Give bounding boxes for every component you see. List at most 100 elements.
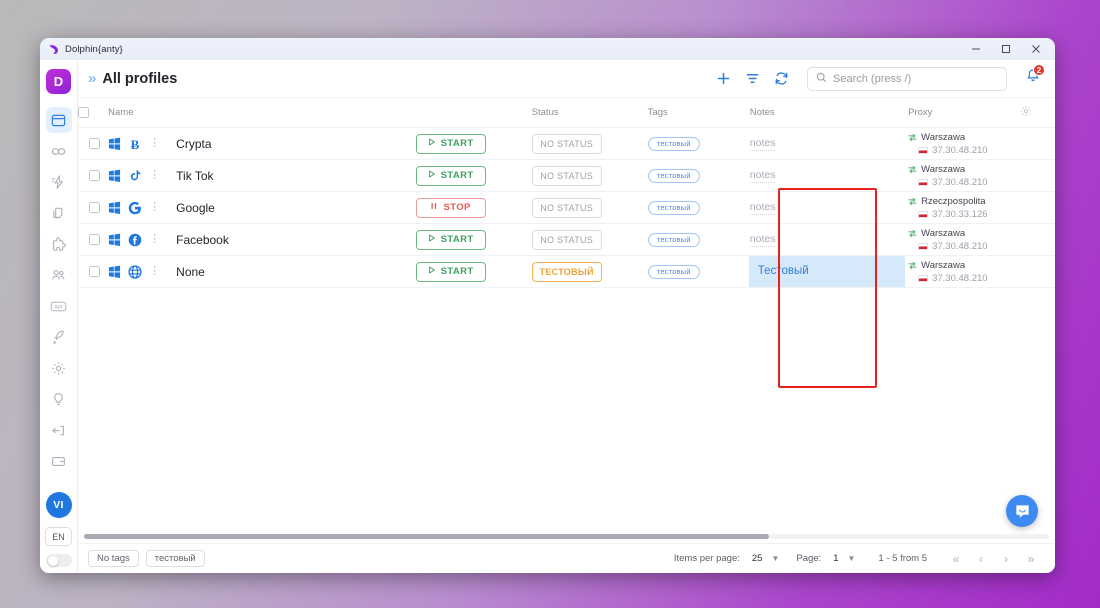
row-checkbox[interactable] [89, 234, 100, 245]
tag-chip[interactable]: тестовый [648, 137, 700, 151]
column-header-notes[interactable]: Notes [750, 98, 904, 128]
sidebar-item-logout[interactable] [46, 417, 72, 443]
next-page-button[interactable]: › [996, 552, 1016, 566]
select-all-checkbox[interactable] [78, 107, 89, 118]
status-badge[interactable]: NO STATUS [532, 198, 602, 218]
bitcoin-icon: Ƀ [128, 137, 142, 151]
start-button[interactable]: START [416, 262, 486, 282]
profiles-table-body: Ƀ⋮CryptaSTARTNO STATUSтестовыйnotesWarsz… [78, 128, 1055, 288]
row-proxy-cell[interactable]: Warszawa37.30.48.210 [904, 224, 1020, 256]
sidebar-item-plugins[interactable] [46, 231, 72, 257]
tag-chip[interactable]: тестовый [648, 265, 700, 279]
first-page-button[interactable]: « [946, 552, 966, 566]
filter-button[interactable] [745, 71, 760, 86]
row-notes-value[interactable]: notes [750, 137, 776, 151]
tag-chip[interactable]: тестовый [648, 233, 700, 247]
row-menu-button[interactable]: ⋮ [149, 170, 160, 181]
sidebar-item-rocket[interactable] [46, 324, 72, 350]
status-badge[interactable]: ТЕСТОВЫЙ [532, 262, 602, 282]
language-selector[interactable]: EN [45, 527, 72, 546]
close-button[interactable] [1021, 38, 1051, 60]
column-header-name[interactable]: Name [108, 98, 415, 128]
last-page-button[interactable]: » [1021, 552, 1041, 566]
row-checkbox[interactable] [89, 138, 100, 149]
add-profile-button[interactable] [716, 71, 731, 86]
proxy-ip: 37.30.48.210 [932, 177, 987, 188]
table-row[interactable]: ⋮GoogleSTOPNO STATUSтестовыйnotesRzeczpo… [78, 192, 1055, 224]
page-value[interactable]: 1 [833, 553, 838, 564]
row-profile-name: Tik Tok [176, 169, 213, 183]
items-per-page-value[interactable]: 25 [752, 553, 763, 564]
table-row[interactable]: ⋮ Tik Tok START NO STATUS тестовый notes Warsz… [78, 160, 1055, 192]
tiktok-icon [128, 169, 142, 183]
row-notes-value[interactable]: Тестовый [749, 256, 905, 287]
row-checkbox[interactable] [89, 170, 100, 181]
column-header-tags[interactable]: Tags [648, 98, 750, 128]
status-badge[interactable]: NO STATUS [532, 134, 602, 154]
table-row[interactable]: Ƀ⋮CryptaSTARTNO STATUSтестовыйnotesWarsz… [78, 128, 1055, 160]
row-notes-value[interactable]: notes [750, 201, 776, 215]
items-per-page-chevron-down-icon[interactable]: ▼ [771, 554, 779, 563]
run-button-label: START [441, 170, 474, 181]
breadcrumb-expand-icon[interactable]: » [88, 70, 94, 87]
tag-filter-no-tags[interactable]: No tags [88, 550, 139, 567]
search-box[interactable] [807, 67, 1007, 91]
row-proxy-cell[interactable]: Warszawa37.30.48.210 [904, 160, 1020, 192]
row-menu-button[interactable]: ⋮ [149, 266, 160, 277]
sidebar-logo[interactable]: D [46, 69, 71, 94]
footer-bar: No tags тестовый Items per page: 25 ▼ Pa… [78, 543, 1055, 573]
column-header-status[interactable]: Status [532, 98, 648, 128]
start-button[interactable]: START [416, 134, 486, 154]
horizontal-scrollbar[interactable] [78, 529, 1055, 543]
sidebar-item-tips[interactable] [46, 386, 72, 412]
status-badge[interactable]: NO STATUS [532, 166, 602, 186]
row-notes-value[interactable]: notes [750, 233, 776, 247]
page-chevron-down-icon[interactable]: ▼ [848, 554, 856, 563]
table-settings-button[interactable] [1020, 98, 1055, 128]
column-header-proxy[interactable]: Proxy [904, 98, 1020, 128]
row-menu-button[interactable]: ⋮ [149, 202, 160, 213]
row-proxy-cell[interactable]: Rzeczpospolita37.30.33.126 [904, 192, 1020, 224]
sidebar-item-settings[interactable] [46, 355, 72, 381]
tag-filter-testovy[interactable]: тестовый [146, 550, 205, 567]
status-badge[interactable]: NO STATUS [532, 230, 602, 250]
row-checkbox[interactable] [89, 266, 100, 277]
notifications-button[interactable]: 2 [1025, 68, 1041, 89]
row-proxy-cell[interactable]: Warszawa37.30.48.210 [904, 256, 1020, 288]
tag-chip[interactable]: тестовый [648, 169, 700, 183]
row-status-cell: NO STATUS [532, 128, 648, 160]
theme-toggle[interactable] [46, 554, 72, 567]
sidebar-item-automation[interactable] [46, 169, 72, 195]
avatar[interactable]: VI [46, 492, 72, 518]
sidebar-item-extensions[interactable] [46, 200, 72, 226]
scrollbar-thumb[interactable] [84, 534, 769, 539]
tag-chip[interactable]: тестовый [648, 201, 700, 215]
scrollbar-track[interactable] [84, 534, 1049, 539]
row-menu-button[interactable]: ⋮ [149, 234, 160, 245]
start-button[interactable]: START [416, 166, 486, 186]
table-row[interactable]: ⋮NoneSTARTТЕСТОВЫЙтестовыйТестовыйWarsza… [78, 256, 1055, 288]
row-spacer-cell [1020, 192, 1055, 224]
minimize-button[interactable] [961, 38, 991, 60]
sidebar-item-wallet[interactable] [46, 448, 72, 474]
row-name-cell: Ƀ⋮Crypta [108, 128, 415, 160]
sidebar-item-browser-profiles[interactable] [46, 107, 72, 133]
maximize-button[interactable] [991, 38, 1021, 60]
refresh-button[interactable] [774, 71, 789, 86]
row-menu-button[interactable]: ⋮ [149, 138, 160, 149]
table-row[interactable]: ⋮FacebookSTARTNO STATUSтестовыйnotesWars… [78, 224, 1055, 256]
prev-page-button[interactable]: ‹ [971, 552, 991, 566]
start-button[interactable]: START [416, 230, 486, 250]
row-proxy-cell[interactable]: Warszawa37.30.48.210 [904, 128, 1020, 160]
row-checkbox[interactable] [89, 202, 100, 213]
row-status-cell: ТЕСТОВЫЙ [532, 256, 648, 288]
play-icon [428, 170, 436, 181]
windows-icon [108, 201, 121, 214]
sidebar-item-team[interactable] [46, 262, 72, 288]
stop-button[interactable]: STOP [416, 198, 486, 218]
sidebar-item-api[interactable]: API [46, 293, 72, 319]
sidebar-item-proxies[interactable] [46, 138, 72, 164]
search-input[interactable] [833, 73, 998, 85]
row-notes-value[interactable]: notes [750, 169, 776, 183]
chat-support-button[interactable] [1006, 495, 1038, 527]
